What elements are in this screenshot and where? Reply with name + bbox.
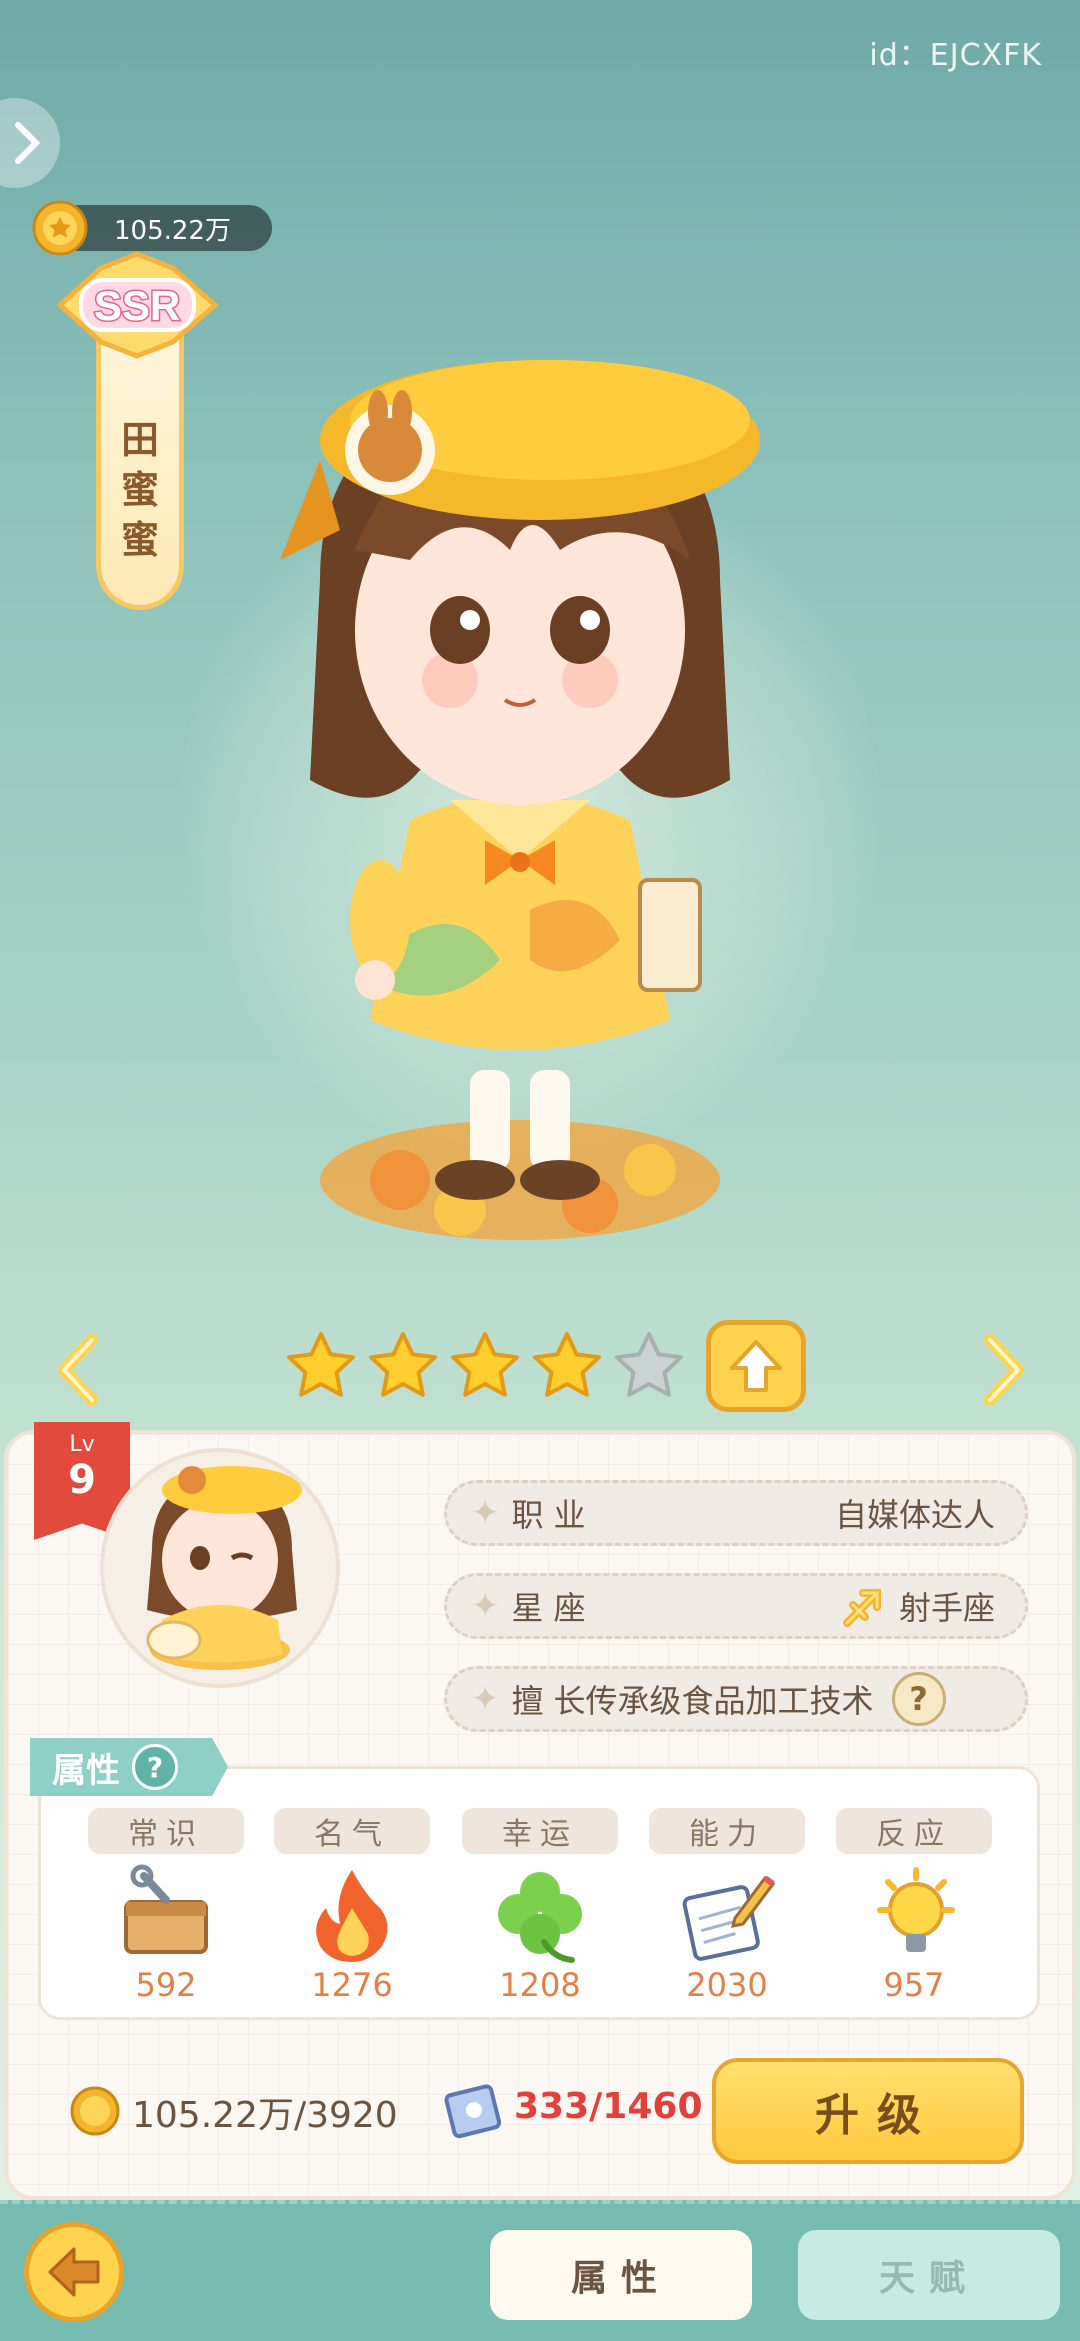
chevron-right-icon xyxy=(15,122,41,164)
attribute-name: 能力 xyxy=(649,1808,805,1854)
lightbulb-icon xyxy=(877,1867,955,1952)
sparkle-icon: ✦ xyxy=(471,1493,500,1533)
book-cost: 333/1460 xyxy=(514,2086,703,2127)
attribute-value: 2030 xyxy=(686,1966,768,2004)
arrow-left-icon xyxy=(48,2247,100,2297)
attribute-value: 1208 xyxy=(499,1966,581,2004)
specialty-row: ✦ 擅 长传承级食品加工技术 ? xyxy=(444,1666,1028,1732)
attribute-value: 1276 xyxy=(311,1966,393,2004)
next-character-button[interactable] xyxy=(972,1330,1032,1410)
attribute-name: 名气 xyxy=(274,1808,430,1854)
skill-book-icon xyxy=(444,2084,502,2139)
star-filled-icon xyxy=(369,1332,437,1397)
coin-cost: 105.22万/3920 xyxy=(132,2095,398,2136)
user-id: id：EJCXFK xyxy=(869,38,1042,73)
attribute-value: 592 xyxy=(135,1966,197,2004)
notebook-pencil-icon xyxy=(682,1875,776,1961)
attribute-name: 常识 xyxy=(88,1808,244,1854)
attributes-help-button[interactable]: ? xyxy=(132,1744,178,1790)
name-char: 田 xyxy=(120,418,159,462)
side-expand-button[interactable] xyxy=(0,98,60,188)
specialty-label: 擅 xyxy=(511,1682,544,1720)
zodiac-row: ✦ 星座 射手座 xyxy=(444,1573,1028,1639)
attribute-item: 常识 592 xyxy=(86,1808,246,2004)
coin-icon xyxy=(70,2086,120,2136)
star-rating xyxy=(285,1330,685,1402)
zodiac-label: 星座 xyxy=(511,1589,596,1627)
attributes-title: 属性 xyxy=(52,1750,120,1791)
attribute-item: 名气 1276 xyxy=(272,1808,432,2004)
level-label: Lv xyxy=(69,1432,95,1457)
name-char: 蜜 xyxy=(120,468,159,512)
rarity-text: SSR xyxy=(94,282,180,329)
attribute-name: 反应 xyxy=(836,1808,992,1854)
arrow-up-icon xyxy=(730,1340,782,1392)
star-filled-icon xyxy=(287,1332,355,1397)
star-filled-icon xyxy=(451,1332,519,1397)
fire-icon xyxy=(316,1870,388,1962)
name-char: 蜜 xyxy=(120,518,159,562)
attribute-name: 幸运 xyxy=(462,1808,618,1854)
upgrade-button[interactable]: 升级 xyxy=(712,2058,1024,2164)
tab-attributes[interactable]: 属性 xyxy=(490,2230,752,2320)
zodiac-value: 射手座 xyxy=(898,1589,995,1627)
attributes-header: 属性 ? xyxy=(30,1738,228,1796)
sparkle-icon: ✦ xyxy=(471,1679,500,1719)
attribute-item: 反应 957 xyxy=(834,1808,994,2004)
attribute-item: 幸运 1208 xyxy=(460,1808,620,2004)
back-button[interactable] xyxy=(24,2222,124,2322)
specialty-help-button[interactable]: ? xyxy=(891,1672,946,1726)
star-empty-icon xyxy=(615,1332,683,1397)
sparkle-icon: ✦ xyxy=(471,1586,500,1626)
ssr-rarity-badge: SSR xyxy=(56,251,219,359)
toolbox-icon xyxy=(124,1864,208,1954)
clover-icon xyxy=(498,1872,582,1963)
star-filled-icon xyxy=(533,1332,601,1397)
job-label: 职业 xyxy=(511,1496,596,1534)
character-illustration xyxy=(280,360,760,1240)
character-portrait xyxy=(100,1448,340,1688)
attribute-item: 能力 2030 xyxy=(647,1808,807,2004)
tab-talent[interactable]: 天赋 xyxy=(798,2230,1060,2320)
job-value: 自媒体达人 xyxy=(834,1496,995,1534)
star-up-button[interactable] xyxy=(706,1320,806,1412)
sagittarius-icon xyxy=(842,1589,881,1627)
specialty-value: 长传承级食品加工技术 xyxy=(553,1682,874,1720)
prev-character-button[interactable] xyxy=(50,1330,110,1410)
coin-icon xyxy=(32,200,88,256)
attribute-value: 957 xyxy=(883,1966,945,2004)
job-row: ✦ 职业 自媒体达人 xyxy=(444,1480,1028,1546)
